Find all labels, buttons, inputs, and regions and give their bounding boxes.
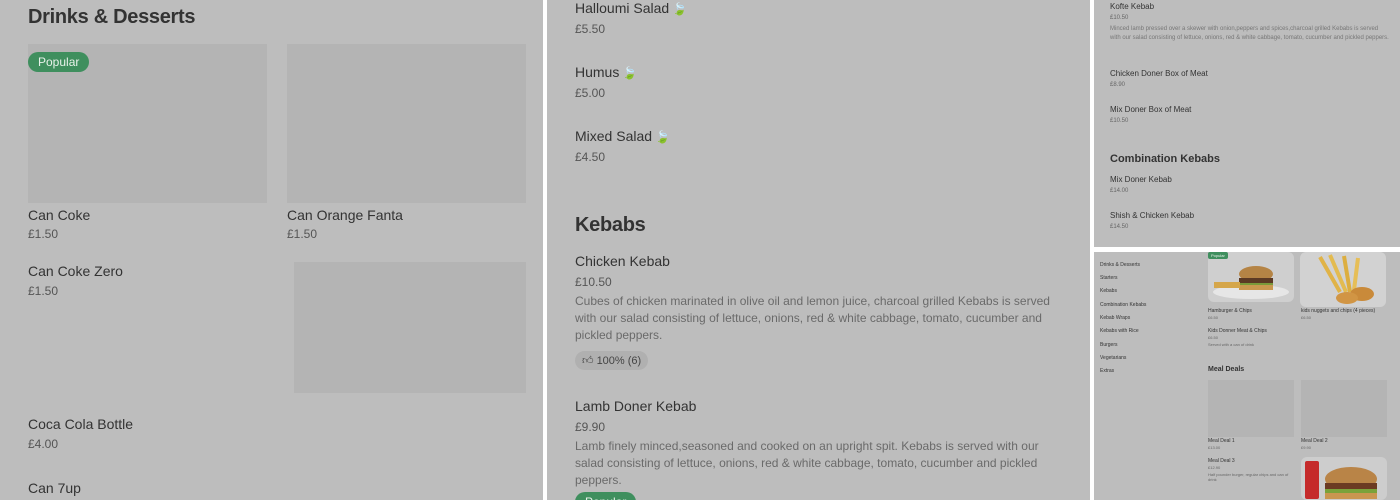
item-description: Minced lamb pressed over a skewer with o… — [1110, 26, 1389, 41]
item-name: Halloumi Salad — [575, 0, 670, 16]
item-price: £14.50 — [1110, 224, 1129, 230]
nav-item-kebabs-with-rice[interactable]: Kebabs with Rice — [1100, 328, 1139, 334]
item-price: £4.00 — [28, 437, 59, 451]
nav-item-combination-kebabs[interactable]: Combination Kebabs — [1100, 302, 1146, 308]
drinks-panel: Drinks & Desserts Popular Can Coke £1.50… — [0, 0, 543, 500]
section-title: Kebabs — [575, 214, 646, 236]
item-description: Served with a can of drink — [1208, 342, 1255, 347]
item-name[interactable]: Kids Donner Meat & Chips — [1208, 328, 1267, 334]
menu-overview-panel: Drinks & Desserts Starters Kebabs Combin… — [1094, 252, 1400, 500]
nav-item-burgers[interactable]: Burgers — [1100, 342, 1118, 348]
popular-badge: Popular — [28, 52, 90, 72]
item-price: £6.50 — [1208, 315, 1219, 320]
item-name[interactable]: Meal Deal 1 — [1208, 438, 1235, 444]
item-description: Half pounder burger, regular chips and c… — [1208, 472, 1289, 482]
popular-badge: Popular — [1208, 252, 1228, 259]
item-price: £5.50 — [575, 22, 606, 36]
item-name[interactable]: Coca Cola Bottle — [28, 416, 133, 432]
nuggets-photo — [1318, 254, 1374, 304]
item-price: £13.00 — [1208, 445, 1221, 450]
item-name[interactable]: Chicken Doner Box of Meat — [1110, 69, 1208, 78]
vegetarian-leaf-icon: 🍃 — [622, 66, 638, 80]
starters-kebabs-panel: Halloumi Salad 🍃 £5.50 Humus 🍃 £5.00 Mixed… — [547, 0, 1090, 500]
item-row[interactable]: Halloumi Salad 🍃 — [575, 0, 687, 16]
section-title: Meal Deals — [1208, 366, 1245, 373]
item-name[interactable]: Meal Deal 3 — [1208, 458, 1235, 464]
item-price: £14.00 — [1110, 188, 1129, 194]
meal-deal-2-image[interactable] — [1301, 380, 1387, 437]
kebab-list-panel: Kofte Kebab £10.50 Minced lamb pressed o… — [1094, 0, 1400, 247]
item-price: £9.90 — [575, 420, 606, 434]
item-name[interactable]: Can Coke Zero — [28, 263, 123, 279]
item-image-placeholder[interactable] — [294, 262, 526, 393]
item-price: £10.50 — [1110, 15, 1129, 21]
vegetarian-leaf-icon: 🍃 — [655, 130, 670, 144]
section-title: Drinks & Desserts — [28, 6, 196, 28]
item-price: £5.00 — [575, 86, 606, 100]
nav-item-starters[interactable]: Starters — [1100, 275, 1118, 281]
vegetarian-leaf-icon: 🍃 — [672, 2, 688, 16]
item-name[interactable]: Mix Doner Box of Meat — [1110, 105, 1191, 114]
item-price: £8.90 — [1110, 82, 1126, 88]
nav-item-vegetarians[interactable]: Vegetarians — [1100, 355, 1126, 361]
hamburger-chips-image[interactable] — [1208, 252, 1294, 302]
item-name[interactable]: Lamb Doner Kebab — [575, 398, 696, 414]
meal-deal-1-image[interactable] — [1208, 380, 1294, 437]
item-price: £4.50 — [575, 150, 606, 164]
item-name[interactable]: kids nuggets and chips (4 pieces) — [1301, 308, 1375, 314]
section-title: Combination Kebabs — [1110, 153, 1221, 165]
meal-deal-3-image[interactable] — [1301, 457, 1387, 500]
popular-badge: Popular — [575, 492, 637, 500]
item-description: Cubes of chicken marinated in olive oil … — [575, 294, 1050, 342]
nav-item-kebabs[interactable]: Kebabs — [1100, 288, 1117, 294]
item-price: £12.90 — [1208, 465, 1221, 470]
thumbs-up-icon: 👍︎ — [582, 355, 594, 367]
item-name: Mixed Salad — [575, 128, 653, 144]
item-price: £6.50 — [1301, 315, 1312, 320]
item-name[interactable]: Shish & Chicken Kebab — [1110, 211, 1194, 220]
nuggets-chips-image[interactable] — [1300, 252, 1386, 307]
item-name[interactable]: Can 7up — [28, 480, 81, 496]
nav-item-drinks-desserts[interactable]: Drinks & Desserts — [1100, 262, 1140, 268]
item-price: £10.50 — [1110, 118, 1129, 124]
item-price: £6.50 — [1208, 335, 1219, 340]
nav-item-extras[interactable]: Extras — [1100, 368, 1114, 374]
nav-item-kebab-wraps[interactable]: Kebab Wraps — [1100, 315, 1130, 321]
item-price: £9.90 — [1301, 445, 1312, 450]
item-row[interactable]: Humus 🍃 — [575, 64, 637, 80]
item-price: £10.50 — [575, 275, 612, 289]
rating-badge: 👍︎ 100% (6) — [575, 351, 649, 370]
item-name[interactable]: Can Orange Fanta — [287, 207, 403, 223]
item-name[interactable]: Kofte Kebab — [1110, 2, 1154, 11]
item-row[interactable]: Mixed Salad 🍃 — [575, 128, 670, 144]
burger-photo — [1213, 266, 1289, 299]
item-name: Humus — [575, 64, 620, 80]
item-name[interactable]: Meal Deal 2 — [1301, 438, 1328, 444]
item-price: £1.50 — [28, 284, 59, 298]
burger-coke-photo — [1305, 461, 1377, 499]
item-name[interactable]: Chicken Kebab — [575, 253, 670, 269]
item-price: £1.50 — [287, 227, 318, 241]
item-name[interactable]: Mix Doner Kebab — [1110, 175, 1172, 184]
rating-value: 100% (6) — [596, 355, 642, 367]
item-name[interactable]: Can Coke — [28, 207, 90, 223]
item-name[interactable]: Hamburger & Chips — [1208, 308, 1252, 314]
item-price: £1.50 — [28, 227, 59, 241]
item-image-can-orange-fanta[interactable] — [287, 44, 526, 203]
item-description: Lamb finely minced,seasoned and cooked o… — [575, 439, 1039, 487]
